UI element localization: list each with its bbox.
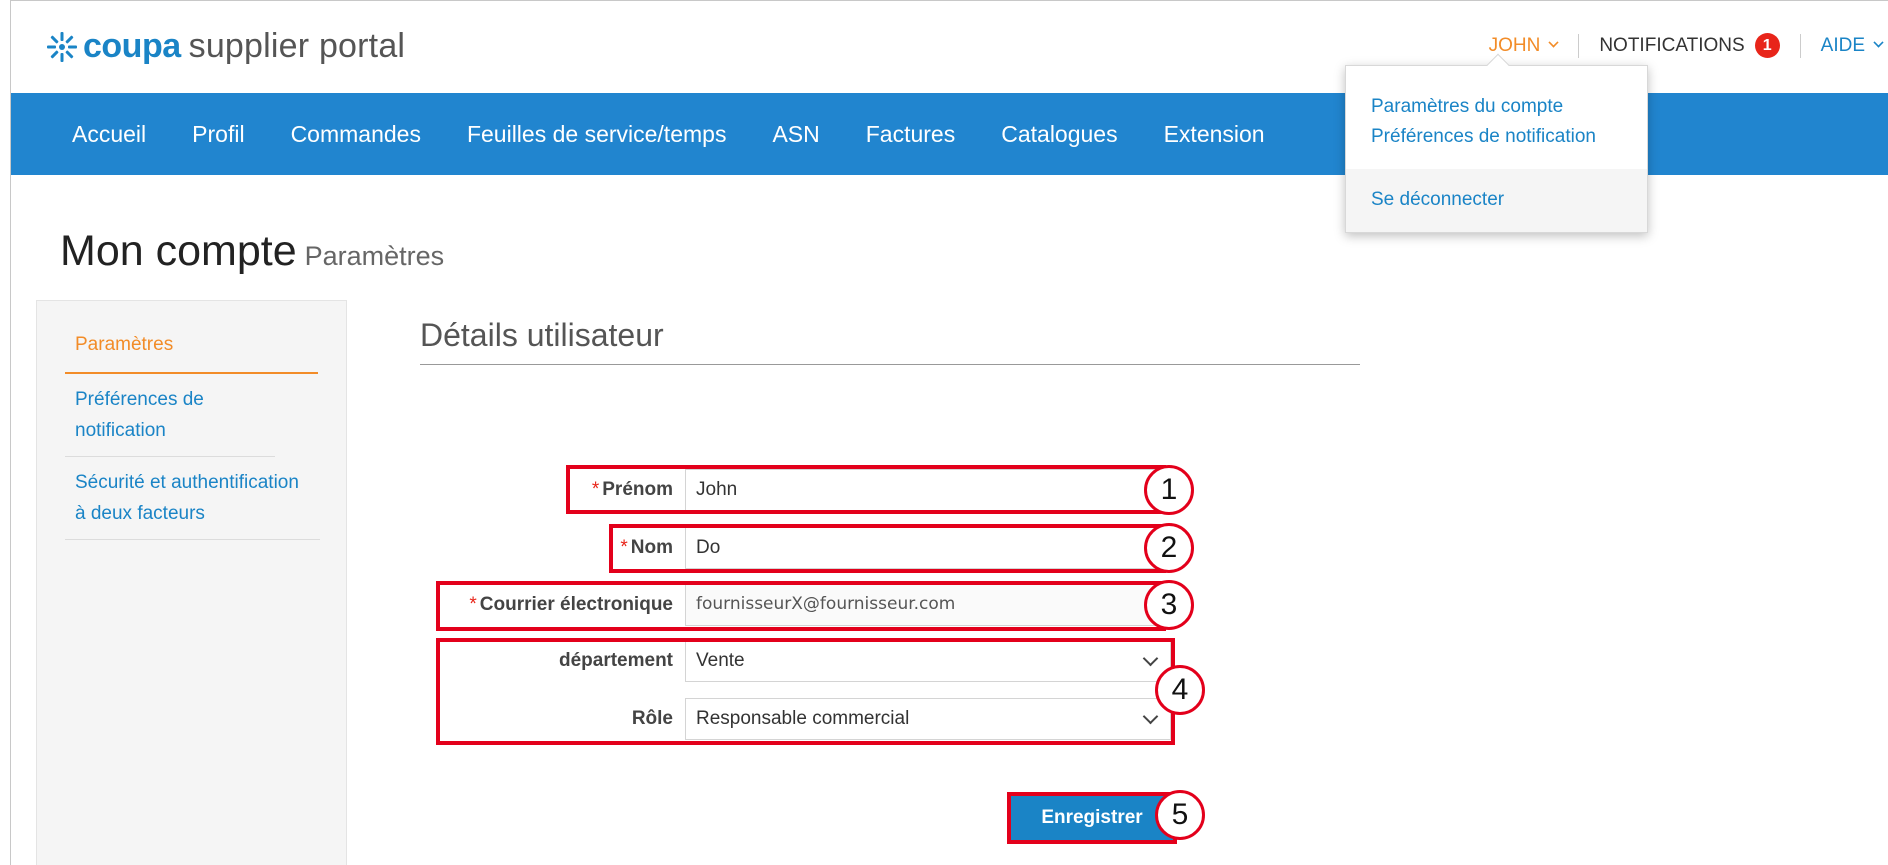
user-menu-toggle[interactable]: JOHN: [1489, 35, 1559, 57]
chevron-down-icon: [1548, 37, 1559, 48]
nav-item-extension[interactable]: Extension: [1164, 121, 1265, 148]
nav-item-feuilles-service[interactable]: Feuilles de service/temps: [467, 121, 727, 148]
page-title: Mon compte Paramètres: [60, 227, 444, 276]
account-sidebar: Paramètres Préférences de notification S…: [36, 300, 347, 865]
menu-item-account-settings[interactable]: Paramètres du compte: [1371, 92, 1647, 122]
coupa-logo[interactable]: coupa supplier portal: [45, 27, 405, 66]
notifications-label: NOTIFICATIONS: [1599, 34, 1745, 56]
page-title-sub: Paramètres: [304, 241, 445, 271]
user-dropdown-menu: Paramètres du compte Préférences de noti…: [1345, 53, 1648, 233]
page-title-main: Mon compte: [60, 227, 297, 275]
sidebar-item-parametres[interactable]: Paramètres: [65, 301, 318, 374]
menu-item-logout[interactable]: Se déconnecter: [1371, 188, 1647, 212]
nav-item-catalogues[interactable]: Catalogues: [1001, 121, 1117, 148]
nav-item-factures[interactable]: Factures: [866, 121, 955, 148]
divider: [1578, 33, 1580, 58]
callout-number-2: 2: [1144, 523, 1194, 573]
dropdown-group: Paramètres du compte Préférences de noti…: [1346, 66, 1647, 152]
callout-box-4: [436, 638, 1175, 745]
dropdown-footer: Se déconnecter: [1346, 169, 1647, 232]
help-menu-toggle[interactable]: AIDE: [1820, 34, 1884, 57]
nav-item-profil[interactable]: Profil: [192, 121, 244, 148]
nav-item-asn[interactable]: ASN: [772, 121, 819, 148]
callout-number-3: 3: [1144, 580, 1194, 630]
menu-item-notification-prefs[interactable]: Préférences de notification: [1371, 122, 1647, 152]
sidebar-item-notification-prefs[interactable]: Préférences de notification: [65, 374, 275, 457]
user-name-label: JOHN: [1488, 34, 1541, 56]
notification-count-badge: 1: [1754, 33, 1780, 58]
section-title: Détails utilisateur: [420, 317, 1360, 365]
notifications-link[interactable]: NOTIFICATIONS 1: [1599, 33, 1780, 58]
callout-number-5: 5: [1155, 790, 1205, 840]
callout-box-2: [609, 524, 1166, 573]
sidebar-item-security[interactable]: Sécurité et authentification à deux fact…: [65, 457, 320, 540]
callout-number-1: 1: [1144, 465, 1194, 515]
nav-item-accueil[interactable]: Accueil: [72, 121, 146, 148]
nav-item-commandes[interactable]: Commandes: [291, 121, 421, 148]
user-bar: JOHN NOTIFICATIONS 1 AIDE: [1489, 33, 1888, 58]
callout-box-3: [436, 581, 1166, 631]
app-frame: coupa supplier portal JOHN NOTIFICATIONS…: [10, 0, 1888, 865]
callout-box-1: [566, 465, 1166, 514]
coupa-logo-icon: [47, 31, 77, 62]
chevron-down-icon: [1873, 37, 1884, 48]
help-label: AIDE: [1820, 34, 1865, 56]
logo-brand-text: coupa: [83, 27, 181, 65]
divider: [1799, 33, 1801, 58]
callout-number-4: 4: [1155, 665, 1205, 715]
logo-portal-text: supplier portal: [188, 27, 406, 65]
save-button[interactable]: Enregistrer: [1007, 792, 1177, 844]
